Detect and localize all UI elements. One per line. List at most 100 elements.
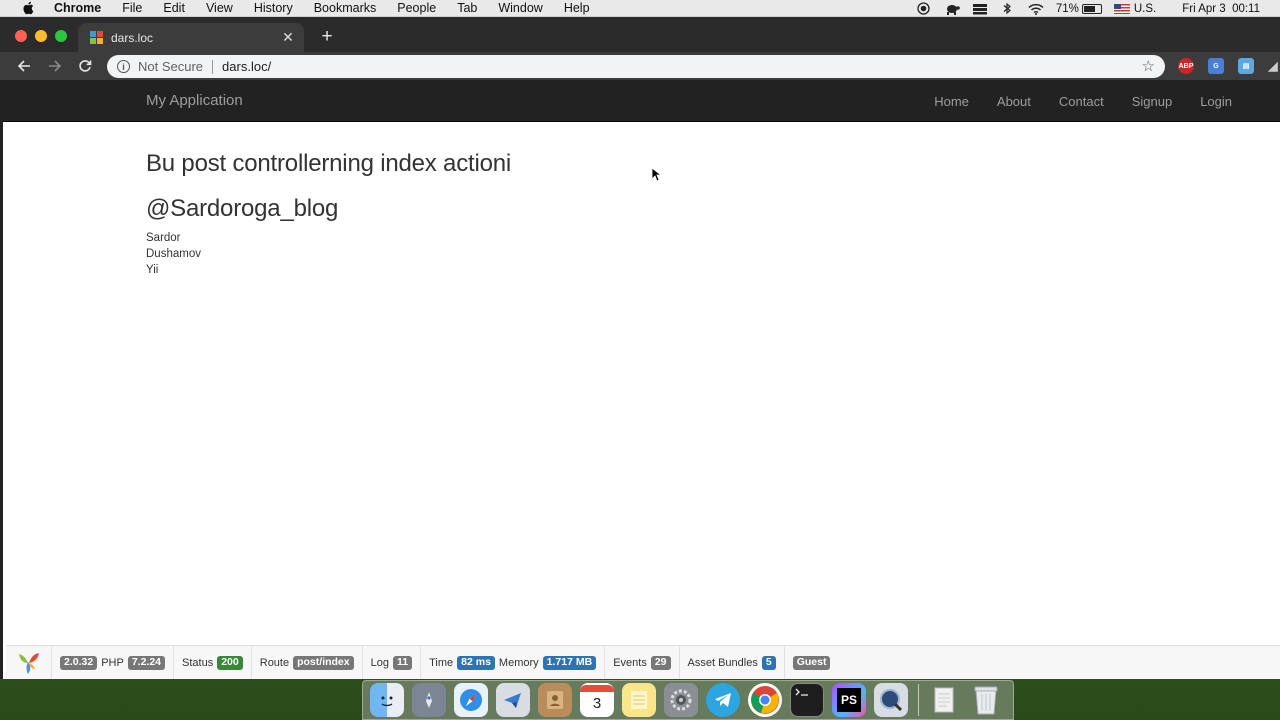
site-navbar: My Application Home About Contact Signup… bbox=[3, 80, 1280, 122]
url-text[interactable]: dars.loc/ bbox=[222, 59, 271, 74]
quicktime-icon[interactable] bbox=[874, 683, 908, 717]
wifi-icon[interactable] bbox=[1028, 3, 1044, 15]
menu-help[interactable]: Help bbox=[564, 1, 590, 15]
notes-icon[interactable] bbox=[622, 683, 656, 717]
menu-people[interactable]: People bbox=[397, 1, 436, 15]
new-tab-button[interactable]: + bbox=[318, 26, 336, 48]
bookmark-star-icon[interactable]: ☆ bbox=[1142, 57, 1155, 75]
dock-separator bbox=[918, 684, 919, 716]
tab-title: dars.loc bbox=[111, 30, 154, 45]
content-line: Sardor bbox=[146, 232, 181, 244]
back-button[interactable] bbox=[14, 56, 34, 76]
zoom-window-button[interactable] bbox=[55, 30, 67, 42]
nav-home[interactable]: Home bbox=[934, 94, 969, 109]
asset-bundles-label: Asset Bundles bbox=[687, 656, 758, 669]
close-window-button[interactable] bbox=[15, 30, 27, 42]
translate-icon[interactable]: G bbox=[1208, 58, 1224, 74]
nav-contact[interactable]: Contact bbox=[1059, 94, 1104, 109]
extension-icon[interactable]: ▤ bbox=[1238, 58, 1254, 74]
debug-profiling[interactable]: Time 82 ms Memory 1.717 MB bbox=[421, 645, 606, 679]
forward-button[interactable] bbox=[45, 56, 65, 76]
mouse-cursor-icon bbox=[651, 167, 663, 187]
log-label: Log bbox=[370, 656, 389, 669]
reload-button[interactable] bbox=[75, 56, 95, 76]
launchpad-icon[interactable] bbox=[412, 683, 446, 717]
content-lines: Sardor Dushamov Yii bbox=[146, 230, 511, 278]
nav-login[interactable]: Login bbox=[1200, 94, 1232, 109]
menu-history[interactable]: History bbox=[254, 1, 293, 15]
security-label: Not Secure bbox=[138, 59, 204, 74]
debug-events[interactable]: Events 29 bbox=[605, 645, 680, 679]
debug-assets[interactable]: Asset Bundles 5 bbox=[680, 645, 785, 679]
content-line: Dushamov bbox=[146, 248, 201, 260]
info-icon[interactable]: i bbox=[117, 60, 130, 73]
phpstorm-label: PS bbox=[837, 688, 861, 712]
battery-fill bbox=[1083, 5, 1096, 12]
menu-file[interactable]: File bbox=[122, 1, 142, 15]
debug-route[interactable]: Route post/index bbox=[252, 645, 363, 679]
yii-debug-toolbar: 2.0.32 PHP 7.2.24 Status 200 Route post/… bbox=[6, 645, 1280, 679]
debug-user[interactable]: Guest bbox=[785, 646, 839, 680]
calendar-day: 3 bbox=[592, 695, 602, 712]
site-nav-links: Home About Contact Signup Login bbox=[906, 80, 1232, 122]
memory-label: Memory bbox=[498, 656, 539, 669]
blog-heading: @Sardoroga_blog bbox=[146, 195, 339, 222]
site-brand[interactable]: My Application bbox=[146, 92, 243, 109]
trash-icon[interactable] bbox=[969, 683, 1003, 717]
screen-record-icon[interactable] bbox=[916, 2, 932, 15]
menubar-clock[interactable]: Fri Apr 3 00:11 bbox=[1182, 3, 1260, 15]
page-heading: Bu post controllerning index actioni bbox=[146, 150, 512, 177]
apple-icon[interactable] bbox=[22, 1, 36, 15]
status-label: Status bbox=[182, 656, 214, 669]
status-code-badge: 200 bbox=[217, 655, 243, 670]
safari-icon[interactable] bbox=[454, 683, 488, 717]
turtle-icon[interactable] bbox=[944, 3, 960, 15]
terminal-icon[interactable] bbox=[790, 683, 824, 717]
chrome-icon[interactable] bbox=[748, 683, 782, 717]
calendar-icon[interactable]: 3 bbox=[580, 683, 614, 717]
mail-icon[interactable] bbox=[496, 683, 530, 717]
route-label: Route bbox=[259, 656, 290, 669]
menu-window[interactable]: Window bbox=[498, 1, 542, 15]
menu-view[interactable]: View bbox=[206, 1, 233, 15]
time-badge: 82 ms bbox=[457, 655, 495, 670]
web-page: My Application Home About Contact Signup… bbox=[0, 80, 1280, 679]
debug-config[interactable]: 2.0.32 PHP 7.2.24 bbox=[52, 645, 175, 679]
address-bar[interactable]: i Not Secure dars.loc/ ☆ bbox=[107, 55, 1165, 78]
tab-dars-loc[interactable]: dars.loc ✕ bbox=[78, 23, 304, 52]
phpstorm-icon[interactable]: PS bbox=[832, 683, 866, 717]
battery-icon bbox=[1081, 3, 1102, 14]
yii-favicon-icon bbox=[90, 31, 103, 44]
us-flag-icon bbox=[1113, 3, 1130, 14]
contacts-icon[interactable] bbox=[538, 683, 572, 717]
menu-app-chrome[interactable]: Chrome bbox=[54, 1, 101, 15]
documents-icon[interactable] bbox=[927, 683, 961, 717]
browser-toolbar: i Not Secure dars.loc/ ☆ ABP G ▤ ◢ bbox=[0, 52, 1280, 80]
tab-strip: dars.loc ✕ + bbox=[0, 17, 1280, 52]
debug-status[interactable]: Status 200 bbox=[174, 645, 252, 679]
battery-indicator[interactable]: 71% bbox=[1056, 3, 1102, 15]
menu-bookmarks[interactable]: Bookmarks bbox=[314, 1, 377, 15]
input-source-label: U.S. bbox=[1133, 2, 1157, 15]
minimize-window-button[interactable] bbox=[35, 30, 47, 42]
abp-icon[interactable]: ABP bbox=[1178, 58, 1194, 74]
nav-about[interactable]: About bbox=[997, 94, 1031, 109]
menu-edit[interactable]: Edit bbox=[163, 1, 185, 15]
input-source-menu[interactable]: U.S. bbox=[1113, 2, 1157, 15]
battery-percent: 71% bbox=[1055, 2, 1079, 15]
finder-icon[interactable] bbox=[370, 683, 404, 717]
debug-log[interactable]: Log 11 bbox=[363, 645, 422, 679]
telegram-icon[interactable] bbox=[706, 683, 740, 717]
close-tab-icon[interactable]: ✕ bbox=[280, 29, 296, 46]
macos-menubar: Chrome File Edit View History Bookmarks … bbox=[0, 0, 1280, 17]
nav-signup[interactable]: Signup bbox=[1132, 94, 1172, 109]
extension-overflow-icon[interactable]: ◢ bbox=[1266, 58, 1280, 74]
time-label: Time bbox=[429, 656, 454, 669]
bluetooth-icon[interactable] bbox=[1000, 2, 1016, 15]
system-preferences-icon[interactable] bbox=[664, 683, 698, 717]
php-label: PHP bbox=[101, 656, 124, 669]
dropbox-icon[interactable] bbox=[972, 3, 988, 15]
menu-tab[interactable]: Tab bbox=[457, 1, 477, 15]
yii-logo-icon[interactable] bbox=[6, 645, 52, 679]
log-count-badge: 11 bbox=[392, 655, 413, 670]
